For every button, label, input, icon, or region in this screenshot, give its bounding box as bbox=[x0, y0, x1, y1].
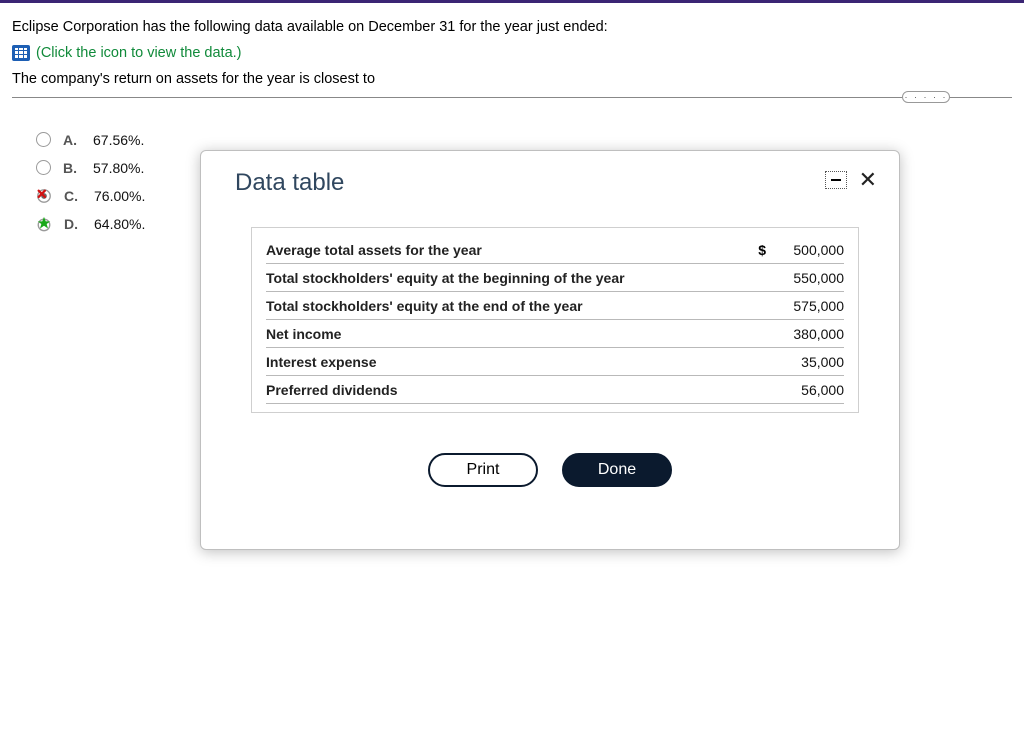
view-data-row: (Click the icon to view the data.) bbox=[12, 45, 1012, 61]
close-icon[interactable]: ✕ bbox=[859, 169, 877, 191]
view-data-link[interactable]: (Click the icon to view the data.) bbox=[36, 45, 242, 61]
divider-line bbox=[12, 97, 1012, 98]
table-icon[interactable] bbox=[12, 45, 30, 61]
table-row: Average total assets for the year $ 500,… bbox=[266, 236, 844, 264]
print-button[interactable]: Print bbox=[428, 453, 538, 487]
table-row: Total stockholders' equity at the beginn… bbox=[266, 264, 844, 292]
table-row: Preferred dividends 56,000 bbox=[266, 376, 844, 404]
table-row: Net income 380,000 bbox=[266, 320, 844, 348]
row-label: Average total assets for the year bbox=[266, 242, 744, 258]
radio-wrong-icon[interactable] bbox=[36, 188, 52, 204]
question-intro: Eclipse Corporation has the following da… bbox=[12, 17, 1012, 39]
modal-title: Data table bbox=[235, 169, 344, 197]
option-text: 76.00%. bbox=[94, 188, 145, 204]
radio-correct-icon[interactable] bbox=[36, 216, 52, 232]
ellipsis-pill[interactable]: · · · · · bbox=[902, 91, 950, 103]
row-label: Interest expense bbox=[266, 354, 744, 370]
row-value: 575,000 bbox=[770, 298, 844, 314]
row-label: Preferred dividends bbox=[266, 382, 744, 398]
done-button[interactable]: Done bbox=[562, 453, 672, 487]
modal-controls: ✕ bbox=[825, 169, 877, 191]
option-letter: D. bbox=[64, 216, 82, 232]
radio-empty-icon[interactable] bbox=[36, 132, 51, 147]
row-value: 56,000 bbox=[770, 382, 844, 398]
option-letter: A. bbox=[63, 132, 81, 148]
modal-header: Data table ✕ bbox=[201, 151, 899, 197]
minimize-icon[interactable] bbox=[825, 171, 847, 189]
row-value: 500,000 bbox=[770, 242, 844, 258]
row-value: 35,000 bbox=[770, 354, 844, 370]
row-label: Total stockholders' equity at the end of… bbox=[266, 298, 744, 314]
row-value: 550,000 bbox=[770, 270, 844, 286]
data-table-modal: Data table ✕ Average total assets for th… bbox=[200, 150, 900, 550]
divider-wrap: · · · · · bbox=[12, 97, 1012, 98]
row-label: Total stockholders' equity at the beginn… bbox=[266, 270, 744, 286]
row-value: 380,000 bbox=[770, 326, 844, 342]
table-row: Total stockholders' equity at the end of… bbox=[266, 292, 844, 320]
table-row: Interest expense 35,000 bbox=[266, 348, 844, 376]
option-text: 67.56%. bbox=[93, 132, 144, 148]
option-letter: C. bbox=[64, 188, 82, 204]
row-label: Net income bbox=[266, 326, 744, 342]
option-letter: B. bbox=[63, 160, 81, 176]
option-text: 64.80%. bbox=[94, 216, 145, 232]
modal-button-row: Print Done bbox=[201, 453, 899, 487]
option-text: 57.80%. bbox=[93, 160, 144, 176]
radio-empty-icon[interactable] bbox=[36, 160, 51, 175]
question-prompt: The company's return on assets for the y… bbox=[12, 71, 1012, 87]
currency-symbol: $ bbox=[744, 242, 770, 258]
data-table: Average total assets for the year $ 500,… bbox=[251, 227, 859, 413]
